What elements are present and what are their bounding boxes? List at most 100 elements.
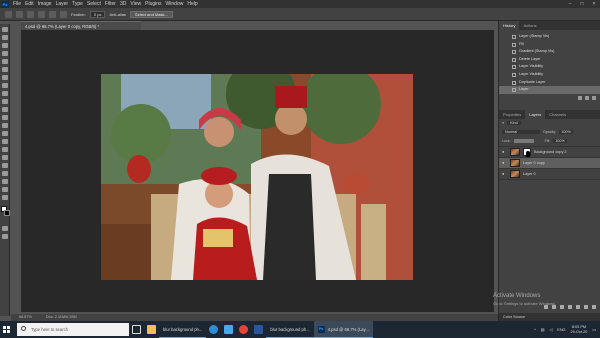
menu-layer[interactable]: Layer	[54, 1, 71, 7]
taskbar-app-explorer[interactable]: blur background ph...	[159, 321, 207, 338]
history-item[interactable]: Duplicate Layer	[499, 79, 600, 87]
new-selection-icon[interactable]	[27, 10, 34, 18]
task-view-icon[interactable]	[132, 325, 141, 334]
feather-input[interactable]: 0 px	[89, 10, 106, 18]
dodge-tool-icon[interactable]	[2, 139, 8, 144]
chevron-up-icon[interactable]: ^	[534, 328, 536, 332]
taskbar-app-word[interactable]: blur background ph...	[266, 321, 314, 338]
group-icon[interactable]	[576, 305, 580, 309]
language-indicator[interactable]: ENG	[557, 328, 565, 332]
word-icon[interactable]	[254, 325, 264, 334]
quick-mask-icon[interactable]	[2, 226, 8, 231]
menu-plugins[interactable]: Plugins	[143, 1, 163, 7]
layer-mask-thumbnail[interactable]	[523, 147, 531, 157]
gradient-tool-icon[interactable]	[2, 123, 8, 128]
kind-filter-select[interactable]: Kind	[507, 121, 521, 126]
zoom-tool-icon[interactable]	[2, 187, 8, 192]
path-selection-tool-icon[interactable]	[2, 163, 8, 168]
menu-window[interactable]: Window	[164, 1, 186, 7]
tab-properties[interactable]: Properties	[499, 110, 525, 119]
start-button[interactable]	[0, 321, 12, 338]
notifications-icon[interactable]: ▭	[592, 327, 596, 332]
eye-icon[interactable]: ●	[502, 171, 507, 176]
chrome-icon[interactable]	[239, 325, 249, 334]
zoom-level[interactable]: 66.67%	[19, 314, 32, 321]
type-tool-icon[interactable]	[2, 155, 8, 160]
menu-view[interactable]: View	[128, 1, 143, 7]
taskbar-search-input[interactable]: Type here to search	[17, 323, 129, 336]
maximize-icon[interactable]: □	[576, 1, 588, 7]
intersect-selection-icon[interactable]	[60, 10, 67, 18]
history-item[interactable]: Layer (Stamp Vis)	[499, 33, 600, 41]
history-item[interactable]: Fill	[499, 41, 600, 49]
clone-stamp-tool-icon[interactable]	[2, 99, 8, 104]
tab-channels[interactable]: Channels	[545, 110, 570, 119]
hand-tool-icon[interactable]	[2, 179, 8, 184]
subtract-selection-icon[interactable]	[49, 10, 56, 18]
tab-layers[interactable]: Layers	[525, 109, 546, 119]
camera-icon[interactable]	[585, 95, 589, 100]
menu-3d[interactable]: 3D	[118, 1, 128, 7]
blur-tool-icon[interactable]	[2, 131, 8, 136]
anti-alias-checkbox[interactable]: Anti-alias	[109, 12, 125, 17]
opacity-input[interactable]: 100%	[559, 130, 573, 135]
document-tab[interactable]: 4.psd @ 66.7% (Layer 0 copy, RGB/8) *	[21, 21, 141, 30]
color-source-panel[interactable]: Color Source	[499, 313, 600, 321]
lock-icons[interactable]	[513, 139, 534, 144]
rectangle-tool-icon[interactable]	[2, 171, 8, 176]
taskbar-app-photoshop[interactable]: Ps 4.psd @ 66.7% (Lay...	[313, 321, 373, 338]
menu-file[interactable]: File	[11, 1, 23, 7]
history-item[interactable]: Layer Visibility	[499, 63, 600, 71]
volume-icon[interactable]: ◁	[549, 327, 552, 332]
eye-icon[interactable]: ●	[502, 160, 507, 165]
frame-tool-icon[interactable]	[2, 67, 8, 72]
network-icon[interactable]: ▤	[541, 327, 545, 332]
blend-mode-select[interactable]: Normal	[502, 130, 540, 135]
new-layer-icon[interactable]	[584, 305, 588, 309]
menu-select[interactable]: Select	[85, 1, 103, 7]
layer-row-selected[interactable]: ● Layer 0 copy	[499, 157, 600, 169]
minimize-icon[interactable]: –	[564, 1, 576, 7]
pen-tool-icon[interactable]	[2, 147, 8, 152]
menu-help[interactable]: Help	[185, 1, 199, 7]
brush-tool-icon[interactable]	[2, 91, 8, 96]
edge-icon[interactable]	[209, 325, 219, 334]
home-icon[interactable]	[5, 10, 12, 18]
trash-icon[interactable]	[592, 95, 596, 100]
quick-selection-tool-icon[interactable]	[2, 51, 8, 56]
eye-icon[interactable]: ●	[502, 149, 507, 154]
history-item[interactable]: Delete Layer	[499, 56, 600, 64]
layer-row[interactable]: ● Background copy 2	[499, 147, 600, 158]
trash-icon[interactable]	[592, 305, 596, 309]
history-item[interactable]: Gradient (Stamp Vis)	[499, 48, 600, 56]
history-brush-tool-icon[interactable]	[2, 107, 8, 112]
menu-filter[interactable]: Filter	[103, 1, 118, 7]
file-explorer-icon[interactable]	[147, 325, 156, 334]
history-item[interactable]: Layer Visibility	[499, 71, 600, 79]
menu-type[interactable]: Type	[70, 1, 85, 7]
layer-row[interactable]: ● Layer 0	[499, 169, 600, 180]
store-icon[interactable]	[224, 325, 234, 334]
background-color-swatch[interactable]	[4, 210, 10, 216]
screen-mode-icon[interactable]	[2, 234, 8, 239]
move-tool-icon[interactable]	[2, 27, 8, 32]
menu-edit[interactable]: Edit	[23, 1, 36, 7]
crop-tool-icon[interactable]	[2, 59, 8, 64]
lasso-tool-icon[interactable]	[16, 10, 23, 18]
add-selection-icon[interactable]	[38, 10, 45, 18]
tab-history[interactable]: History	[499, 21, 520, 30]
eraser-tool-icon[interactable]	[2, 115, 8, 120]
add-mask-icon[interactable]	[560, 305, 564, 309]
marquee-tool-icon[interactable]	[2, 35, 8, 40]
clock[interactable]: 8:03 PM 29-Oct-20	[571, 325, 588, 335]
more-tools-icon[interactable]	[2, 195, 8, 200]
history-item-selected[interactable]: Layer	[499, 86, 600, 94]
snapshot-icon[interactable]	[578, 95, 582, 100]
adjustment-layer-icon[interactable]	[568, 305, 572, 309]
close-icon[interactable]: ×	[588, 1, 600, 7]
tab-actions[interactable]: Actions	[519, 21, 540, 30]
eyedropper-tool-icon[interactable]	[2, 75, 8, 80]
select-and-mask-button[interactable]: Select and Mask...	[129, 10, 173, 18]
menu-image[interactable]: Image	[36, 1, 54, 7]
healing-brush-tool-icon[interactable]	[2, 83, 8, 88]
